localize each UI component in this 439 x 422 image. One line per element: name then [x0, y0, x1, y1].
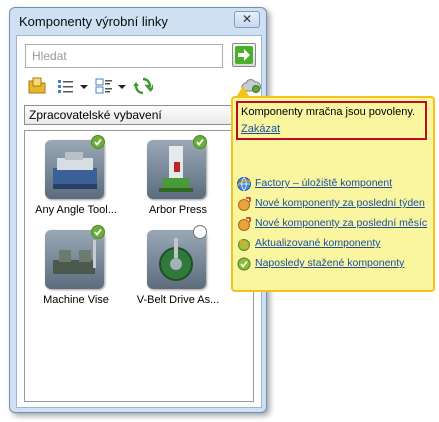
- search-input[interactable]: [25, 44, 223, 68]
- link-label: Aktualizované komponenty: [255, 237, 381, 249]
- not-downloaded-circle-icon: [193, 225, 207, 239]
- tooltip-pointer: [237, 86, 249, 96]
- downloaded-check-icon: [91, 225, 105, 239]
- list-view-icon[interactable]: [57, 78, 75, 94]
- link-factory-repository[interactable]: Factory – úložiště komponent: [236, 176, 431, 192]
- close-button[interactable]: ✕: [234, 11, 260, 28]
- component-label: Machine Vise: [43, 294, 109, 306]
- title-bar[interactable]: Komponenty výrobní linky ✕: [10, 8, 266, 34]
- updated-component-icon: [238, 239, 250, 251]
- new-component-icon: [238, 197, 251, 211]
- cloud-tooltip: Komponenty mračna jsou povoleny. Zakázat…: [231, 96, 435, 292]
- disable-link[interactable]: Zakázat: [241, 123, 280, 135]
- details-view-dropdown-arrow[interactable]: [118, 85, 126, 89]
- link-new-last-week[interactable]: Nové komponenty za poslední týden: [236, 196, 431, 212]
- component-item[interactable]: Machine Vise: [28, 225, 124, 315]
- component-item[interactable]: V-Belt Drive As...: [130, 225, 226, 315]
- v-belt-drive-image: [159, 238, 193, 281]
- component-thumbnail: [147, 230, 206, 289]
- details-view-icon[interactable]: [95, 78, 113, 94]
- category-select[interactable]: Zpracovatelské vybavení: [24, 105, 250, 125]
- component-label: V-Belt Drive As...: [136, 294, 220, 306]
- component-window: Komponenty výrobní linky ✕ Hledat Zpraco…: [9, 7, 267, 413]
- link-updated-components[interactable]: Aktualizované komponenty: [236, 236, 431, 252]
- component-label: Arbor Press: [148, 204, 208, 216]
- component-item[interactable]: Arbor Press: [130, 135, 226, 225]
- component-label: Any Angle Tool...: [35, 204, 117, 216]
- cloud-status-text: Komponenty mračna jsou povoleny.: [241, 106, 416, 118]
- new-component-icon: [238, 217, 251, 231]
- cloud-status-box: Komponenty mračna jsou povoleny. Zakázat: [236, 101, 427, 140]
- downloaded-check-icon: [237, 257, 251, 271]
- list-view-dropdown-arrow[interactable]: [80, 85, 88, 89]
- link-new-last-month[interactable]: Nové komponenty za poslední měsíc: [236, 216, 431, 232]
- link-label: Nové komponenty za poslední měsíc: [255, 217, 428, 229]
- library-folder-icon[interactable]: [27, 76, 47, 96]
- link-recently-downloaded[interactable]: Naposledy stažené komponenty: [236, 256, 431, 272]
- link-label: Nové komponenty za poslední týden: [255, 197, 425, 209]
- globe-icon: [236, 177, 252, 191]
- window-content: Zpracovatelské vybavení Any Angle Tool..…: [16, 35, 262, 408]
- window-title: Komponenty výrobní linky: [19, 14, 168, 29]
- link-label: Naposledy stažené komponenty: [255, 257, 405, 269]
- refresh-icon[interactable]: [133, 76, 153, 96]
- component-item[interactable]: Any Angle Tool...: [28, 135, 124, 225]
- search-go-button[interactable]: [232, 43, 256, 67]
- link-label: Factory – úložiště komponent: [255, 177, 393, 189]
- green-arrow-right-icon: [235, 46, 253, 64]
- component-grid: Any Angle Tool... Arbor Press Machine Vi…: [24, 130, 254, 402]
- downloaded-check-icon: [91, 135, 105, 149]
- downloaded-check-icon: [193, 135, 207, 149]
